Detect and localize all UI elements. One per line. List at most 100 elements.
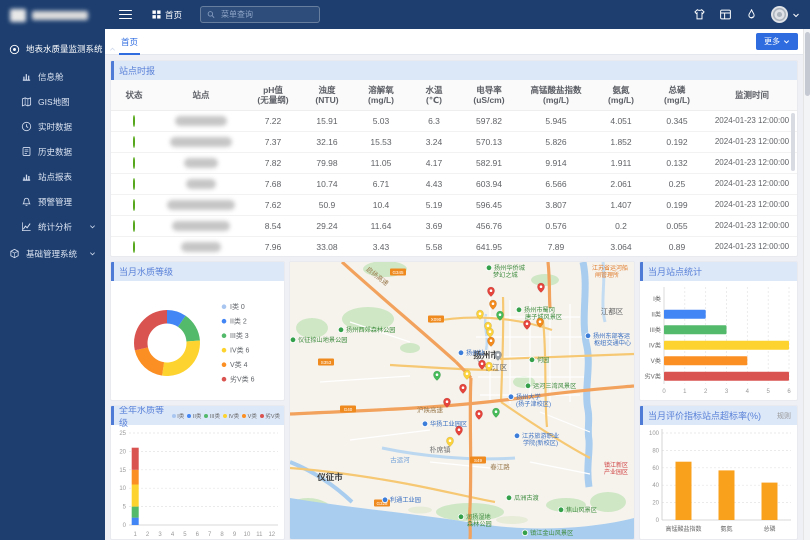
- nav-home[interactable]: 首页: [152, 9, 182, 21]
- map-label: 镇江新区: [604, 461, 628, 469]
- cell: 5.945: [519, 110, 593, 131]
- column-header: pH值(无量纲): [245, 80, 301, 110]
- svg-text:40: 40: [652, 483, 659, 489]
- sidebar-item-4[interactable]: 站点报表: [0, 164, 105, 189]
- sidebar-group-system[interactable]: 地表水质量监测系统: [0, 34, 105, 64]
- grid-icon: [152, 10, 161, 19]
- menu-search[interactable]: [200, 6, 320, 23]
- cell: 29.24: [301, 215, 353, 236]
- svg-text:IV类: IV类: [649, 341, 661, 349]
- cell: 3.24: [409, 131, 459, 152]
- map-label: 沪陕高速: [417, 405, 444, 414]
- search-icon: [207, 10, 215, 19]
- poi-icon: [585, 333, 591, 339]
- column-header: 水温(℃): [409, 80, 459, 110]
- table-row[interactable]: 7.3732.1615.533.24570.135.8261.8520.1922…: [111, 131, 798, 152]
- cell: 0.055: [649, 215, 705, 236]
- station-report-panel: 站点时报 状态站点pH值(无量纲)浊度(NTU)溶解氧(mg/L)水温(℃)电导…: [110, 60, 798, 257]
- poi-icon: [458, 350, 464, 356]
- road-badge: X090: [428, 316, 444, 323]
- sidebar-item-6[interactable]: 统计分析: [0, 214, 105, 239]
- layout-icon[interactable]: [719, 8, 732, 21]
- legend-item[interactable]: V类: [242, 412, 257, 420]
- table-row[interactable]: 7.2215.915.036.3597.825.9454.0510.345202…: [111, 110, 798, 131]
- hamburger-menu-icon[interactable]: [119, 10, 132, 20]
- svg-text:V类 4: V类 4: [230, 360, 248, 369]
- sidebar-item-1[interactable]: GIS地图: [0, 89, 105, 114]
- tab-home[interactable]: 首页: [119, 29, 140, 55]
- module-icon: [9, 248, 20, 259]
- sidebar-item-2[interactable]: 实时数据: [0, 114, 105, 139]
- cell: 4.43: [409, 173, 459, 194]
- station-name-redacted: [172, 221, 230, 231]
- svg-text:7: 7: [208, 532, 212, 538]
- flame-icon[interactable]: [745, 8, 758, 21]
- map-label: 古运河: [390, 455, 410, 464]
- cell: 603.94: [459, 173, 519, 194]
- alert-icon: [21, 196, 32, 207]
- cell: 0.89: [649, 236, 705, 257]
- table-row[interactable]: 7.6250.910.45.19596.453.8071.4070.199202…: [111, 194, 798, 215]
- map-label: 扬州东部客运: [593, 332, 630, 340]
- cell: 33.08: [301, 236, 353, 257]
- cell-station: [157, 131, 245, 152]
- park-icon: [486, 265, 492, 271]
- cell: 7.62: [245, 194, 301, 215]
- legend-item[interactable]: II类: [187, 412, 201, 420]
- column-header: 浊度(NTU): [301, 80, 353, 110]
- road-badge: S353: [318, 359, 334, 366]
- more-button[interactable]: 更多: [756, 33, 798, 50]
- avatar[interactable]: [771, 6, 788, 23]
- legend-item[interactable]: III类: [204, 412, 220, 420]
- cell-status: [111, 131, 157, 152]
- nav-home-label: 首页: [165, 9, 182, 21]
- cell: 11.64: [353, 215, 409, 236]
- legend-item[interactable]: I类: [172, 412, 185, 420]
- cell: 5.826: [519, 131, 593, 152]
- search-input[interactable]: [219, 9, 313, 20]
- cell: 2.061: [593, 173, 649, 194]
- rules-link[interactable]: 规则: [777, 411, 791, 421]
- legend-item[interactable]: IV类: [223, 412, 239, 420]
- sidebar-item-0[interactable]: 信息舱: [0, 64, 105, 89]
- table-row[interactable]: 8.5429.2411.643.69456.760.5760.20.055202…: [111, 215, 798, 236]
- map-label: 润扬湿地: [466, 513, 491, 521]
- cell: 79.98: [301, 152, 353, 173]
- map-label: 江苏省运河船: [592, 264, 628, 272]
- park-icon: [506, 495, 512, 501]
- cell-station: [157, 110, 245, 131]
- legend-item[interactable]: 劣V类: [260, 412, 280, 420]
- map[interactable]: G345S353G40G328S49X090扬州市邗江区江都区仪征市朴席镇沪陕高…: [290, 262, 634, 539]
- cell: 2024-01-23 12:00:00: [705, 236, 798, 257]
- cell-status: [111, 236, 157, 257]
- sidebar-root-item-0[interactable]: 基础管理系统: [0, 241, 105, 266]
- page-scrollbar[interactable]: [803, 29, 810, 540]
- theme-shirt-icon[interactable]: [693, 8, 706, 21]
- map-panel[interactable]: G345S353G40G328S49X090扬州市邗江区江都区仪征市朴席镇沪陕高…: [289, 261, 635, 540]
- sidebar-item-5[interactable]: 预警管理: [0, 189, 105, 214]
- map-label: 学院(新校区): [523, 439, 558, 447]
- svg-text:1: 1: [683, 389, 687, 395]
- cell: 2024-01-23 12:00:00: [705, 194, 798, 215]
- table-row[interactable]: 7.6810.746.714.43603.946.5662.0610.25202…: [111, 173, 798, 194]
- svg-text:1: 1: [134, 532, 138, 538]
- cell: 6.71: [353, 173, 409, 194]
- table-row[interactable]: 7.8279.9811.054.17582.919.9141.9110.1322…: [111, 152, 798, 173]
- table-row[interactable]: 7.9633.083.435.58641.957.893.0640.892024…: [111, 236, 798, 257]
- dashboard-row: 当月水质等级 I类 0II类 2III类 3IV类 6V类 4劣V类 6 全年水…: [110, 261, 798, 540]
- logo-icon-redacted: [10, 9, 26, 22]
- svg-text:2: 2: [704, 389, 708, 395]
- svg-text:V类: V类: [651, 357, 661, 365]
- station-table: 状态站点pH值(无量纲)浊度(NTU)溶解氧(mg/L)水温(℃)电导率(uS/…: [111, 80, 798, 257]
- table-scrollbar[interactable]: [791, 113, 795, 171]
- road-badge: G40: [340, 406, 356, 413]
- svg-text:劣V类: 劣V类: [644, 372, 661, 380]
- clock-icon: [21, 121, 32, 132]
- sidebar-item-3[interactable]: 历史数据: [0, 139, 105, 164]
- exceed-rate-chart: 020406080100高锰酸盐指数氨氮总磷: [640, 425, 797, 539]
- status-dot: [133, 115, 135, 127]
- column-header: 监测时间: [705, 80, 798, 110]
- user-menu[interactable]: [771, 6, 800, 23]
- cell: 6.566: [519, 173, 593, 194]
- svg-text:20: 20: [652, 501, 659, 507]
